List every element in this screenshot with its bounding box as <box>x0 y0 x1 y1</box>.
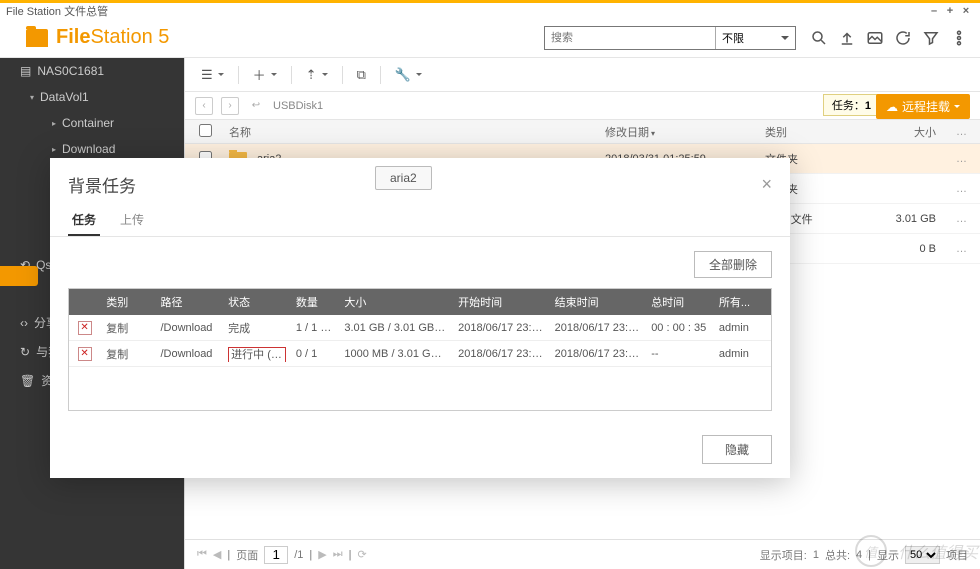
tree-folder-container[interactable]: ▸ Container <box>0 110 184 136</box>
tasks-table: 类别 路径 状态 数量 大小 开始时间 结束时间 总时间 所有... ✕ 复制 … <box>68 288 772 411</box>
status-in-progress: 进行中 (9.. <box>228 347 286 362</box>
page-last-button[interactable]: ⏭ <box>333 548 343 561</box>
row-menu[interactable]: … <box>956 153 980 165</box>
tree-root[interactable]: ▤ NAS0C1681 <box>0 58 184 84</box>
page-size-select[interactable]: 50 <box>905 546 940 564</box>
trash-icon: 🗑 <box>20 374 35 388</box>
app-logo-icon <box>26 29 48 47</box>
new-folder-button[interactable]: ＋ <box>247 61 283 88</box>
task-delete-button[interactable]: ✕ <box>78 321 92 335</box>
shared-icon: ↻ <box>20 345 30 359</box>
page-input[interactable] <box>264 546 288 564</box>
dialog-tabs: 任务 上传 <box>50 205 790 237</box>
tree-volume[interactable]: ▾ DataVol1 <box>0 84 184 110</box>
delete-all-button[interactable]: 全部删除 <box>694 251 772 278</box>
page-refresh-button[interactable]: ⟳ <box>358 548 367 561</box>
task-row[interactable]: ✕ 复制 /Download 完成 1 / 1 (... 3.01 GB / 3… <box>69 315 771 341</box>
gallery-icon[interactable] <box>866 29 884 47</box>
window-title: File Station 文件总管 <box>6 3 108 19</box>
tab-tasks[interactable]: 任务 <box>68 205 100 236</box>
dialog-title: 背景任务 <box>68 172 136 197</box>
file-columns-header: 名称 修改日期▾ 类别 大小 … <box>185 120 980 144</box>
copy-button[interactable]: ⧉ <box>351 63 372 87</box>
row-menu[interactable]: … <box>956 243 980 255</box>
select-all-checkbox[interactable] <box>199 124 212 137</box>
toolbar: ☰ ＋ ⇡ ⧉ 🔧 <box>185 58 980 92</box>
search-icon[interactable] <box>810 29 828 47</box>
row-menu[interactable]: … <box>956 183 980 195</box>
expand-icon: ▸ <box>52 145 56 154</box>
page-next-button[interactable]: ▶ <box>318 548 326 561</box>
col-size[interactable]: 大小 <box>885 124 956 140</box>
hide-button[interactable]: 隐藏 <box>702 435 772 464</box>
pagination-bar: ⏮ ◀ | 页面 /1 | ▶ ⏭ | ⟳ 显示项目:1 总共:4 | 显示 5… <box>185 539 980 569</box>
task-delete-button[interactable]: ✕ <box>78 347 92 361</box>
row-menu[interactable]: … <box>956 213 980 225</box>
col-type[interactable]: 类别 <box>765 124 885 140</box>
app-header: FileStation 5 不限 <box>0 18 980 58</box>
dialog-close-button[interactable]: × <box>761 174 772 195</box>
sidebar-active-marker <box>0 266 38 286</box>
nas-icon: ▤ <box>20 64 31 78</box>
page-prev-button[interactable]: ◀ <box>213 548 221 561</box>
minimize-button[interactable]: – <box>926 5 942 17</box>
filter-icon[interactable] <box>922 29 940 47</box>
more-icon[interactable] <box>950 29 968 47</box>
col-menu[interactable]: … <box>956 126 980 138</box>
settings-button[interactable]: 🔧 <box>389 63 428 87</box>
nav-forward-button[interactable]: › <box>221 97 239 115</box>
expand-icon: ▸ <box>52 119 56 128</box>
page-first-button[interactable]: ⏮ <box>197 548 207 561</box>
col-date[interactable]: 修改日期▾ <box>605 124 765 140</box>
close-window-button[interactable]: × <box>958 5 974 17</box>
search-scope-select[interactable]: 不限 <box>715 27 795 49</box>
background-tasks-dialog: 背景任务 aria2 × 任务 上传 全部删除 类别 路径 状态 数量 大小 开… <box>50 158 790 478</box>
search-box: 不限 <box>544 26 796 50</box>
upload-button[interactable]: ⇡ <box>300 63 334 87</box>
collapse-icon: ▾ <box>30 93 34 102</box>
window-titlebar: File Station 文件总管 – + × <box>0 0 980 18</box>
refresh-icon[interactable] <box>894 29 912 47</box>
tab-upload[interactable]: 上传 <box>116 205 148 236</box>
app-logo-text: FileStation 5 <box>56 26 169 49</box>
breadcrumb-path[interactable]: USBDisk1 <box>273 100 323 112</box>
remote-mount-button[interactable]: ☁远程挂载 <box>876 94 970 119</box>
col-name[interactable]: 名称 <box>225 124 605 140</box>
dialog-chip[interactable]: aria2 <box>375 166 432 190</box>
nav-back-button[interactable]: ‹ <box>195 97 213 115</box>
upload-icon[interactable] <box>838 29 856 47</box>
task-row[interactable]: ✕ 复制 /Download 进行中 (9.. 0 / 1 1000 MB / … <box>69 341 771 367</box>
tasks-table-header: 类别 路径 状态 数量 大小 开始时间 结束时间 总时间 所有... <box>69 289 771 315</box>
view-mode-button[interactable]: ☰ <box>195 63 230 87</box>
tasks-badge[interactable]: 任务：1 <box>823 94 880 116</box>
search-input[interactable] <box>545 27 715 49</box>
share-icon: ‹› <box>20 316 28 330</box>
nav-up-button[interactable]: ↩ <box>247 97 265 115</box>
maximize-button[interactable]: + <box>942 5 958 17</box>
